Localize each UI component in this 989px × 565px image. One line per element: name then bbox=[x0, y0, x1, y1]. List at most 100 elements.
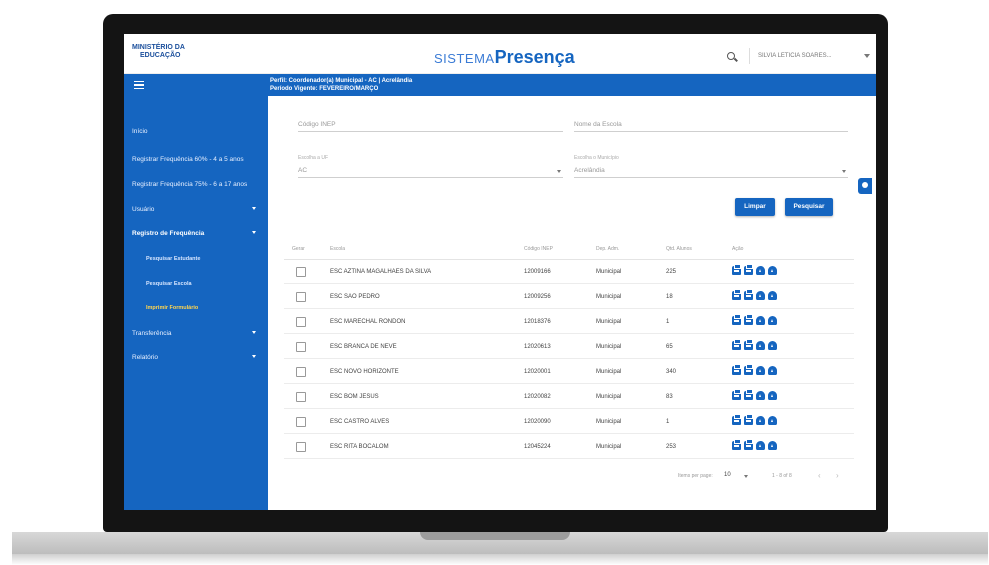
table-row: ESC RITA BOCALOM 12045224 Municipal 253 bbox=[284, 435, 854, 459]
print-icon[interactable] bbox=[732, 414, 741, 425]
cloud-upload-icon[interactable] bbox=[768, 416, 777, 425]
row-actions bbox=[732, 289, 780, 302]
brand-title: SISTEMAPresença bbox=[434, 47, 575, 68]
sidebar-item-pesquisar-escola[interactable]: Pesquisar Escola bbox=[146, 281, 276, 287]
sidebar-item-inicio[interactable]: Início bbox=[132, 128, 262, 135]
user-menu[interactable]: SILVIA LETICIA SOARES... bbox=[749, 48, 859, 64]
cloud-upload-icon[interactable] bbox=[756, 291, 765, 300]
cell-dep: Municipal bbox=[596, 344, 622, 350]
print-icon[interactable] bbox=[732, 439, 741, 450]
sidebar-item-frequencia-75[interactable]: Registrar Frequência 75% - 6 a 17 anos bbox=[132, 181, 262, 188]
row-actions bbox=[732, 264, 780, 277]
clear-button[interactable]: Limpar bbox=[735, 198, 775, 216]
school-name-placeholder: Nome da Escola bbox=[574, 121, 622, 128]
row-checkbox[interactable] bbox=[296, 417, 306, 427]
prev-page-icon[interactable]: ‹ bbox=[818, 471, 821, 480]
print-icon[interactable] bbox=[732, 314, 741, 325]
inep-field[interactable]: Código INEP bbox=[298, 116, 563, 132]
cell-qtd: 18 bbox=[666, 294, 673, 300]
cell-inep: 12020090 bbox=[524, 419, 551, 425]
col-acao: Ação bbox=[732, 246, 744, 252]
sidebar-item-frequencia-60[interactable]: Registrar Frequência 60% - 4 a 5 anos bbox=[132, 156, 262, 163]
print-icon[interactable] bbox=[732, 264, 741, 275]
cloud-upload-icon[interactable] bbox=[756, 441, 765, 450]
app-screen: MINISTÉRIO DA EDUCAÇÃO SISTEMAPresença S… bbox=[124, 34, 876, 510]
print-icon[interactable] bbox=[744, 389, 753, 400]
cloud-upload-icon[interactable] bbox=[768, 291, 777, 300]
print-icon[interactable] bbox=[732, 389, 741, 400]
table-row: ESC NOVO HORIZONTE 12020001 Municipal 340 bbox=[284, 360, 854, 384]
sidebar-item-label: Relatório bbox=[132, 354, 159, 361]
cloud-upload-icon[interactable] bbox=[756, 366, 765, 375]
print-icon[interactable] bbox=[732, 339, 741, 350]
logo-line2: EDUCAÇÃO bbox=[140, 52, 181, 59]
row-checkbox[interactable] bbox=[296, 442, 306, 452]
cell-inep: 12018376 bbox=[524, 319, 551, 325]
row-checkbox[interactable] bbox=[296, 267, 306, 277]
print-icon[interactable] bbox=[744, 314, 753, 325]
col-inep: Código INEP bbox=[524, 246, 553, 252]
chevron-down-icon[interactable] bbox=[864, 54, 870, 58]
ministry-logo[interactable]: MINISTÉRIO DA EDUCAÇÃO bbox=[132, 44, 192, 60]
cloud-upload-icon[interactable] bbox=[768, 341, 777, 350]
sidebar-item-label: Usuário bbox=[132, 206, 155, 213]
print-icon[interactable] bbox=[732, 364, 741, 375]
cell-inep: 12020082 bbox=[524, 394, 551, 400]
table-row: ESC BOM JESUS 12020082 Municipal 83 bbox=[284, 385, 854, 409]
chevron-down-icon[interactable] bbox=[744, 475, 748, 478]
row-actions bbox=[732, 314, 780, 327]
cloud-upload-icon[interactable] bbox=[768, 316, 777, 325]
print-icon[interactable] bbox=[744, 414, 753, 425]
print-icon[interactable] bbox=[744, 264, 753, 275]
brand-part1: SISTEMA bbox=[434, 51, 495, 66]
cloud-upload-icon[interactable] bbox=[768, 441, 777, 450]
search-icon[interactable] bbox=[727, 52, 735, 60]
uf-select[interactable]: Escolha a UF AC bbox=[298, 155, 563, 178]
table-row: ESC CASTRO ALVES 12020090 Municipal 1 bbox=[284, 410, 854, 434]
print-icon[interactable] bbox=[744, 364, 753, 375]
cloud-upload-icon[interactable] bbox=[756, 266, 765, 275]
laptop-scene: MINISTÉRIO DA EDUCAÇÃO SISTEMAPresença S… bbox=[0, 0, 989, 565]
print-icon[interactable] bbox=[732, 289, 741, 300]
sidebar-item-usuario[interactable]: Usuário bbox=[132, 206, 262, 213]
sidebar-item-relatorio[interactable]: Relatório bbox=[132, 354, 262, 361]
row-checkbox[interactable] bbox=[296, 292, 306, 302]
sidebar-item-imprimir-formulario[interactable]: Imprimir Formulário bbox=[146, 305, 276, 311]
cloud-upload-icon[interactable] bbox=[768, 391, 777, 400]
cloud-upload-icon[interactable] bbox=[768, 266, 777, 275]
cloud-upload-icon[interactable] bbox=[756, 341, 765, 350]
sidebar-item-transferencia[interactable]: Transferência bbox=[132, 330, 262, 337]
print-icon[interactable] bbox=[744, 289, 753, 300]
profile-line2: Período Vigente: FEVEREIRO/MARÇO bbox=[270, 86, 379, 92]
cloud-upload-icon[interactable] bbox=[756, 391, 765, 400]
table-row: ESC AZTINA MAGALHAES DA SILVA 12009166 Mun… bbox=[284, 260, 854, 284]
row-checkbox[interactable] bbox=[296, 317, 306, 327]
cloud-upload-icon[interactable] bbox=[768, 366, 777, 375]
menu-icon[interactable] bbox=[134, 81, 144, 89]
row-actions bbox=[732, 439, 780, 452]
profile-line1: Perfil: Coordenador(a) Municipal - AC | … bbox=[270, 78, 413, 84]
sidebar-item-registro-frequencia[interactable]: Registro de Frequência bbox=[132, 230, 262, 237]
chevron-down-icon bbox=[252, 231, 256, 234]
search-button[interactable]: Pesquisar bbox=[785, 198, 833, 216]
items-per-page-select[interactable]: 10 bbox=[724, 472, 731, 478]
print-icon[interactable] bbox=[744, 439, 753, 450]
print-icon[interactable] bbox=[744, 339, 753, 350]
table-row: ESC SAO PEDRO 12009256 Municipal 18 bbox=[284, 285, 854, 309]
chevron-down-icon bbox=[252, 207, 256, 210]
school-name-field[interactable]: Nome da Escola bbox=[574, 116, 848, 132]
row-checkbox[interactable] bbox=[296, 367, 306, 377]
municipio-select[interactable]: Escolha o Município Acrelândia bbox=[574, 155, 848, 178]
next-page-icon[interactable]: › bbox=[836, 471, 839, 480]
cloud-upload-icon[interactable] bbox=[756, 416, 765, 425]
row-checkbox[interactable] bbox=[296, 342, 306, 352]
app-header: MINISTÉRIO DA EDUCAÇÃO SISTEMAPresença S… bbox=[124, 34, 876, 74]
cell-inep: 12009166 bbox=[524, 269, 551, 275]
row-checkbox[interactable] bbox=[296, 392, 306, 402]
cell-qtd: 340 bbox=[666, 369, 677, 375]
cloud-upload-icon[interactable] bbox=[756, 316, 765, 325]
cell-qtd: 225 bbox=[666, 269, 677, 275]
sidebar-item-pesquisar-estudante[interactable]: Pesquisar Estudante bbox=[146, 256, 276, 262]
accessibility-icon[interactable] bbox=[858, 178, 872, 194]
uf-value: AC bbox=[298, 167, 308, 174]
